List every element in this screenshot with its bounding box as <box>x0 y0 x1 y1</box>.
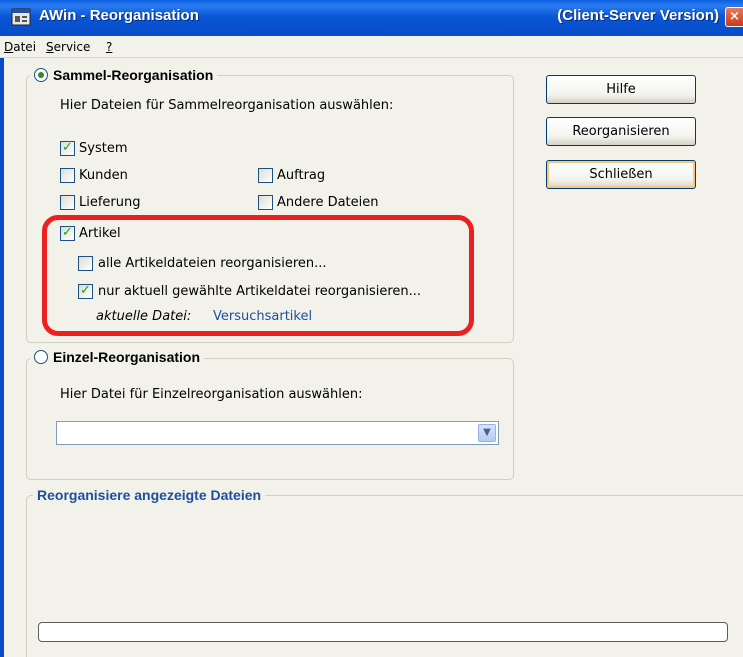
nur-aktuell-label: nur aktuell gewählte Artikeldatei reorga… <box>98 284 422 299</box>
nur-aktuell-checkbox[interactable]: ✓ <box>78 283 93 299</box>
kunden-label: Kunden <box>79 168 128 183</box>
current-file-label: aktuelle Datei: <box>96 309 192 324</box>
andere-dateien-checkbox[interactable] <box>258 195 273 210</box>
einzel-group <box>26 358 514 480</box>
window-title: AWin - Reorganisation <box>39 7 199 24</box>
einzel-file-select[interactable]: ▼ <box>56 421 499 445</box>
lieferung-label: Lieferung <box>79 195 141 210</box>
andere-dateien-label: Andere Dateien <box>277 195 379 210</box>
chevron-down-icon[interactable]: ▼ <box>478 424 496 442</box>
auftrag-checkbox[interactable] <box>258 168 273 183</box>
artikel-label: Artikel <box>79 226 121 241</box>
artikel-checkbox[interactable]: ✓ <box>60 225 75 241</box>
menu-help[interactable]: ? <box>106 40 112 54</box>
einzel-radio[interactable] <box>34 350 48 364</box>
sammel-legend-label: Sammel-Reorganisation <box>53 67 214 83</box>
einzel-legend[interactable]: Einzel-Reorganisation <box>30 349 205 365</box>
alle-artikeldateien-label: alle Artikeldateien reorganisieren... <box>98 256 327 271</box>
einzel-instruction: Hier Datei für Einzelreorganisation ausw… <box>60 387 363 402</box>
reorganisieren-button[interactable]: Reorganisieren <box>546 117 696 146</box>
app-icon <box>11 8 31 26</box>
kunden-checkbox[interactable] <box>60 168 75 183</box>
sammel-radio[interactable] <box>34 68 48 82</box>
schliessen-button[interactable]: Schließen <box>546 160 696 189</box>
check-icon: ✓ <box>80 283 91 298</box>
check-icon: ✓ <box>62 140 73 155</box>
menu-bar: Datei Service ? <box>0 36 743 58</box>
window-title-version: (Client-Server Version) <box>557 7 719 24</box>
system-label: System <box>79 141 128 156</box>
check-icon: ✓ <box>62 225 73 240</box>
reorganisation-progress-bar <box>38 622 728 642</box>
window-frame-left <box>0 58 4 657</box>
title-bar[interactable]: AWin - Reorganisation (Client-Server Ver… <box>0 0 743 36</box>
sammel-legend[interactable]: Sammel-Reorganisation <box>30 67 218 83</box>
alle-artikeldateien-checkbox[interactable] <box>78 256 93 271</box>
current-file-value: Versuchsartikel <box>213 309 313 324</box>
auftrag-label: Auftrag <box>277 168 326 183</box>
einzel-legend-label: Einzel-Reorganisation <box>53 349 201 365</box>
system-checkbox[interactable]: ✓ <box>60 140 75 156</box>
hilfe-button[interactable]: Hilfe <box>546 75 696 104</box>
menu-service[interactable]: Service <box>46 40 90 54</box>
reorganisation-window: AWin - Reorganisation (Client-Server Ver… <box>0 0 743 657</box>
lieferung-checkbox[interactable] <box>60 195 75 210</box>
close-button[interactable]: × <box>725 7 743 27</box>
radio-selected-dot <box>38 72 44 78</box>
menu-datei[interactable]: Datei <box>4 40 36 54</box>
sammel-instruction: Hier Dateien für Sammelreorganisation au… <box>60 98 394 113</box>
progress-legend: Reorganisiere angezeigte Dateien <box>33 487 266 503</box>
close-icon: × <box>729 9 740 24</box>
